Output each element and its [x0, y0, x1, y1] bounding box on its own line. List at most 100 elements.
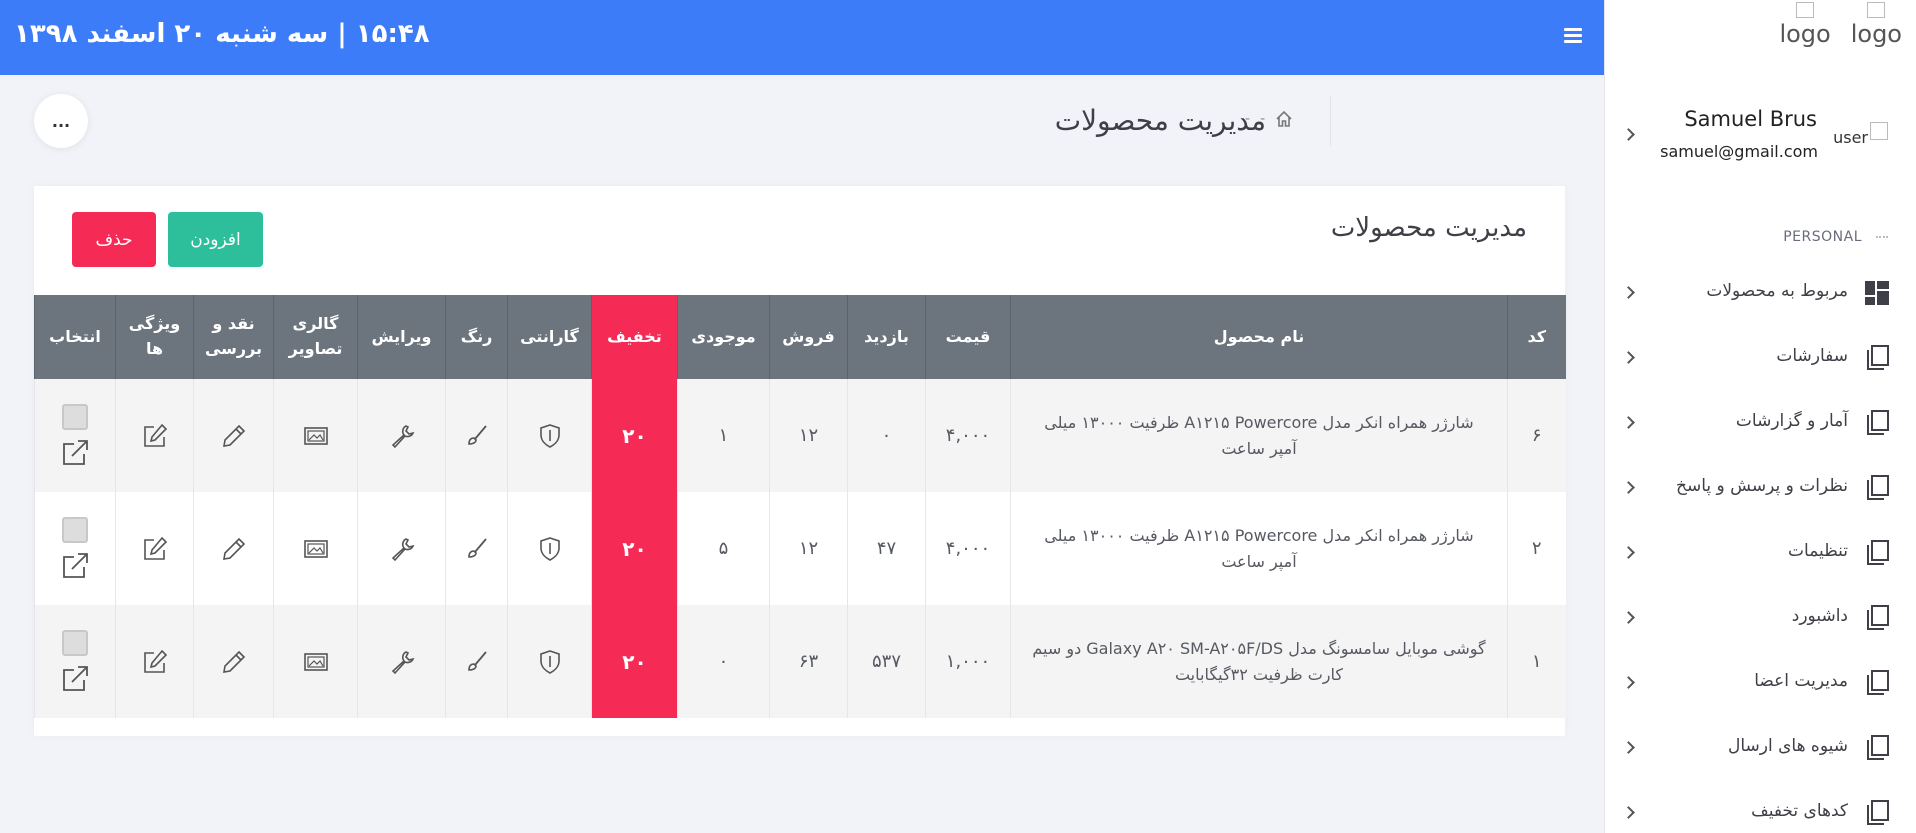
- cell-color: [445, 492, 508, 605]
- sidebar-item-reports[interactable]: آمار و گزارشات: [1604, 398, 1916, 448]
- cell-edit: [357, 492, 446, 605]
- products-card: مدیریت محصولات افزودن حذف کد نام محصول ق…: [34, 186, 1566, 736]
- user-avatar-alt: user: [1833, 128, 1868, 147]
- cell-select: [34, 379, 116, 492]
- cell-stock: ۵: [677, 492, 770, 605]
- table-row: ۲ شارژر همراه انکر مدل A۱۲۱۵ Powercore ظ…: [34, 492, 1566, 605]
- cell-select: [34, 605, 116, 718]
- sidebar-item-orders[interactable]: سفارشات: [1604, 333, 1916, 383]
- paint-brush-icon[interactable]: [464, 423, 490, 449]
- column-header[interactable]: ویژگی ها: [115, 295, 194, 379]
- edit-square-icon[interactable]: [142, 649, 168, 675]
- sidebar-item-settings[interactable]: تنظیمات: [1604, 528, 1916, 578]
- wrench-icon[interactable]: [389, 649, 415, 675]
- user-name: Samuel Brus: [1684, 107, 1817, 131]
- logo-alt-text: logo: [1779, 20, 1831, 48]
- chevron-left-icon: [1622, 741, 1635, 754]
- chevron-left-icon: [1622, 128, 1635, 141]
- shield-icon[interactable]: [537, 536, 563, 562]
- wrench-icon[interactable]: [389, 423, 415, 449]
- delete-button[interactable]: حذف: [72, 212, 156, 267]
- paint-brush-icon[interactable]: [464, 536, 490, 562]
- chevron-left-icon: [1622, 481, 1635, 494]
- section-divider: [1876, 236, 1888, 238]
- copy-icon: [1867, 345, 1889, 370]
- pencil-icon[interactable]: [221, 536, 247, 562]
- sidebar-item-label: تنظیمات: [1788, 541, 1848, 561]
- edit-square-icon[interactable]: [142, 423, 168, 449]
- shield-icon[interactable]: [537, 649, 563, 675]
- column-header[interactable]: ویرایش: [357, 295, 446, 379]
- logo-group: logo logo: [1779, 2, 1902, 48]
- sidebar-item-label: مدیریت اعضا: [1754, 671, 1848, 691]
- card-title: مدیریت محصولات: [1330, 213, 1527, 243]
- row-checkbox[interactable]: [62, 516, 88, 543]
- sidebar-item-products[interactable]: مربوط به محصولات: [1604, 268, 1916, 318]
- column-header[interactable]: کد: [1507, 295, 1566, 379]
- chevron-left-icon: [1622, 676, 1635, 689]
- logo-image[interactable]: logo: [1779, 2, 1831, 48]
- cell-views: ۵۳۷: [847, 605, 926, 718]
- cell-price: ۴,۰۰۰: [925, 379, 1011, 492]
- column-header[interactable]: گارانتی: [507, 295, 592, 379]
- row-checkbox[interactable]: [62, 403, 88, 430]
- column-header[interactable]: گالری تصاویر: [273, 295, 358, 379]
- cell-warranty: [507, 492, 592, 605]
- chevron-left-icon: [1622, 806, 1635, 819]
- sidebar-item-label: نظرات و پرسش و پاسخ: [1676, 476, 1848, 496]
- cell-discount: ۲۰: [591, 492, 678, 605]
- external-link-icon[interactable]: [60, 551, 90, 581]
- sidebar-item-members[interactable]: مدیریت اعضا: [1604, 658, 1916, 708]
- cell-edit: [357, 379, 446, 492]
- sidebar-item-label: آمار و گزارشات: [1735, 411, 1848, 431]
- image-gallery-icon[interactable]: [303, 649, 329, 675]
- cell-review: [193, 492, 274, 605]
- top-bar: ۱۵:۴۸ | سه شنبه ۲۰ اسفند ۱۳۹۸: [0, 0, 1604, 75]
- user-profile[interactable]: user Samuel Brus samuel@gmail.com: [1604, 95, 1916, 175]
- image-gallery-icon[interactable]: [303, 536, 329, 562]
- image-gallery-icon[interactable]: [303, 423, 329, 449]
- paint-brush-icon[interactable]: [464, 649, 490, 675]
- sidebar-item-comments[interactable]: نظرات و پرسش و پاسخ: [1604, 463, 1916, 513]
- copy-icon: [1867, 410, 1889, 435]
- external-link-icon[interactable]: [60, 664, 90, 694]
- more-options-button[interactable]: ...: [34, 94, 88, 148]
- home-icon[interactable]: [1275, 110, 1293, 128]
- logo-alt-text: logo: [1850, 20, 1902, 48]
- cell-warranty: [507, 379, 592, 492]
- breadcrumb-separator: -: [1260, 111, 1266, 127]
- shield-icon[interactable]: [537, 423, 563, 449]
- column-header[interactable]: انتخاب: [34, 295, 116, 379]
- sidebar-item-label: مربوط به محصولات: [1706, 281, 1848, 301]
- sidebar-item-discounts[interactable]: کدهای تخفیف: [1604, 788, 1916, 833]
- column-header[interactable]: نام محصول: [1010, 295, 1508, 379]
- pencil-icon[interactable]: [221, 649, 247, 675]
- sidebar-item-shipping[interactable]: شیوه های ارسال: [1604, 723, 1916, 773]
- column-header[interactable]: قیمت: [925, 295, 1011, 379]
- broken-image-icon: [1796, 2, 1815, 18]
- column-header[interactable]: نقد و بررسی: [193, 295, 274, 379]
- hamburger-menu-icon[interactable]: [1564, 28, 1582, 44]
- cell-stock: ۱: [677, 379, 770, 492]
- external-link-icon[interactable]: [60, 438, 90, 468]
- sidebar-item-dashboard[interactable]: داشبورد: [1604, 593, 1916, 643]
- column-header[interactable]: موجودی: [677, 295, 770, 379]
- chevron-left-icon: [1622, 416, 1635, 429]
- cell-color: [445, 379, 508, 492]
- column-header[interactable]: رنگ: [445, 295, 508, 379]
- column-header[interactable]: بازدید: [847, 295, 926, 379]
- cell-gallery: [273, 492, 358, 605]
- chevron-left-icon: [1622, 611, 1635, 624]
- column-header[interactable]: فروش: [769, 295, 848, 379]
- subheader-divider: [1330, 96, 1331, 146]
- wrench-icon[interactable]: [389, 536, 415, 562]
- pencil-icon[interactable]: [221, 423, 247, 449]
- copy-icon: [1867, 540, 1889, 565]
- logo-image[interactable]: logo: [1851, 2, 1902, 48]
- row-checkbox[interactable]: [62, 629, 88, 656]
- cell-gallery: [273, 605, 358, 718]
- column-header[interactable]: تخفیف: [591, 295, 678, 379]
- edit-square-icon[interactable]: [142, 536, 168, 562]
- cell-sales: ۱۲: [769, 379, 848, 492]
- add-button[interactable]: افزودن: [168, 212, 263, 267]
